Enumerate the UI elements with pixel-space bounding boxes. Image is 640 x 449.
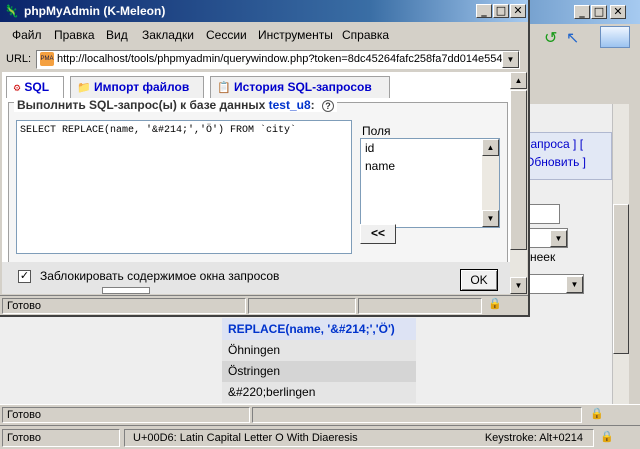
popup-titlebar[interactable]: 🦎 phpMyAdmin (K-Meleon) _ □ ✕ [0,0,528,22]
bg-scroll-thumb[interactable] [613,204,629,354]
menu-edit[interactable]: Правка [54,28,95,42]
partial-input[interactable] [102,287,150,294]
popup-scroll-thumb[interactable] [510,90,527,250]
phpmyadmin-site-icon: PMA [40,52,54,67]
legend-text: Выполнить SQL-запрос(ы) к базе данных [17,98,266,112]
menu-sessions[interactable]: Сессии [206,28,247,42]
popup-status-bar: Готово 🔒 [0,295,528,315]
sql-icon: ⚙ [13,83,22,93]
security-lock-icon[interactable]: 🔒 [600,430,614,443]
bg-maximize-button[interactable]: □ [591,5,607,19]
bg-status-panel [252,407,582,423]
scroll-down-icon[interactable]: ▼ [482,210,499,227]
bg-links-box: запроса ] [ Обновить ] [516,132,612,180]
insert-field-button[interactable]: << [360,224,396,244]
security-lock-icon[interactable]: 🔒 [590,407,606,421]
char-info-text: U+00D6: Latin Capital Letter O With Diae… [133,432,358,444]
query-page: ⚙ SQL 📁 Импорт файлов 📋 История SQL-запр… [2,72,510,294]
bg-minimize-button[interactable]: _ [574,5,590,19]
os-status-bar: Готово U+00D6: Latin Capital Letter O Wi… [0,425,640,449]
background-status-bar: Готово 🔒 [0,404,640,424]
tab-import[interactable]: 📁 Импорт файлов [70,76,204,98]
fields-scrollbar[interactable]: ▲ ▼ [482,139,499,227]
bg-link-refresh[interactable]: Обновить ] [525,155,586,169]
bg-input-1[interactable] [528,204,560,224]
lock-row: ✓ Заблокировать содержимое окна запросов [2,262,510,294]
tab-sql[interactable]: ⚙ SQL [6,76,64,98]
fields-listbox[interactable]: id name ▲ ▼ [360,138,500,228]
lock-checkbox[interactable]: ✓ [18,270,31,283]
popup-status-panel-1 [248,298,356,314]
tab-history[interactable]: 📋 История SQL-запросов [210,76,390,98]
bg-link-query[interactable]: запроса ] [ [525,137,583,151]
menu-view[interactable]: Вид [106,28,128,42]
bg-pointer-icon[interactable]: ↖ [566,28,579,48]
menu-bar: Файл Правка Вид Закладки Сессии Инструме… [0,24,528,46]
browser-app-icon: 🦎 [4,4,19,18]
tab-import-label: Импорт файлов [94,80,190,94]
menu-tools[interactable]: Инструменты [258,28,333,42]
menu-help[interactable]: Справка [342,28,389,42]
menu-bookmarks[interactable]: Закладки [142,28,194,42]
menu-file[interactable]: Файл [12,28,42,42]
result-table: REPLACE(name, '&#214;','Ö') Öhningen Öst… [222,318,416,403]
popup-query-window: 🦎 phpMyAdmin (K-Meleon) _ □ ✕ Файл Правк… [0,0,530,317]
field-option[interactable]: name [361,157,499,175]
sql-query-textarea[interactable]: SELECT REPLACE(name, '&#214;','Ö') FROM … [16,120,352,254]
bg-close-button[interactable]: ✕ [610,5,626,19]
chevron-down-icon[interactable]: ▼ [502,51,519,68]
query-legend: Выполнить SQL-запрос(ы) к базе данных te… [14,98,337,112]
popup-status-panel-2 [358,298,482,314]
table-row: Östringen [222,361,416,382]
background-vertical-scrollbar[interactable] [612,104,629,404]
lock-label: Заблокировать содержимое окна запросов [40,269,280,283]
import-icon: 📁 [77,82,91,94]
field-option[interactable]: id [361,139,499,157]
maximize-button[interactable]: □ [493,4,509,18]
chevron-down-icon: ▼ [566,276,583,293]
keystroke-text: Keystroke: Alt+0214 [484,432,583,444]
result-column-header[interactable]: REPLACE(name, '&#214;','Ö') [222,318,416,340]
bg-side-text: неек [530,250,556,264]
url-bar: URL: PMA http://localhost/tools/phpmyadmi… [0,48,528,72]
background-toolbar: ↺ ↖ [500,24,640,54]
table-row: &#220;berlingen [222,382,416,403]
table-row: Öhningen [222,340,416,361]
url-label: URL: [6,53,32,65]
tab-history-label: История SQL-запросов [234,80,372,94]
url-field[interactable]: PMA http://localhost/tools/phpmyadmin/que… [36,50,520,69]
ok-button[interactable]: OK [460,269,498,291]
bg-select-1[interactable]: ▼ [528,228,568,248]
close-button[interactable]: ✕ [510,4,526,18]
window-title: phpMyAdmin (K-Meleon) [24,4,166,18]
url-text: http://localhost/tools/phpmyadmin/queryw… [57,53,503,65]
bg-status-text: Готово [2,407,250,423]
chevron-down-icon: ▼ [550,230,567,247]
popup-status-text: Готово [2,298,246,314]
char-info-panel: U+00D6: Latin Capital Letter O With Diae… [124,429,594,447]
database-name[interactable]: test_u8 [269,98,311,112]
history-icon: 📋 [217,82,231,94]
fields-label: Поля [362,124,391,138]
scroll-up-icon[interactable]: ▲ [482,139,499,156]
security-lock-icon[interactable]: 🔒 [488,297,502,310]
minimize-button[interactable]: _ [476,4,492,18]
bg-select-2[interactable]: ▼ [528,274,584,294]
os-status-text: Готово [2,429,120,447]
bg-refresh-arrow-icon[interactable]: ↺ [544,28,557,48]
scroll-down-icon[interactable]: ▼ [510,277,527,294]
tab-sql-label: SQL [24,80,50,94]
popup-vertical-scrollbar[interactable]: ▲ ▼ [510,72,527,294]
bg-toolbar-blank-icon-2[interactable] [600,26,630,48]
help-icon[interactable]: ? [322,100,334,112]
legend-colon: : [310,98,315,112]
scroll-up-icon[interactable]: ▲ [510,72,527,89]
